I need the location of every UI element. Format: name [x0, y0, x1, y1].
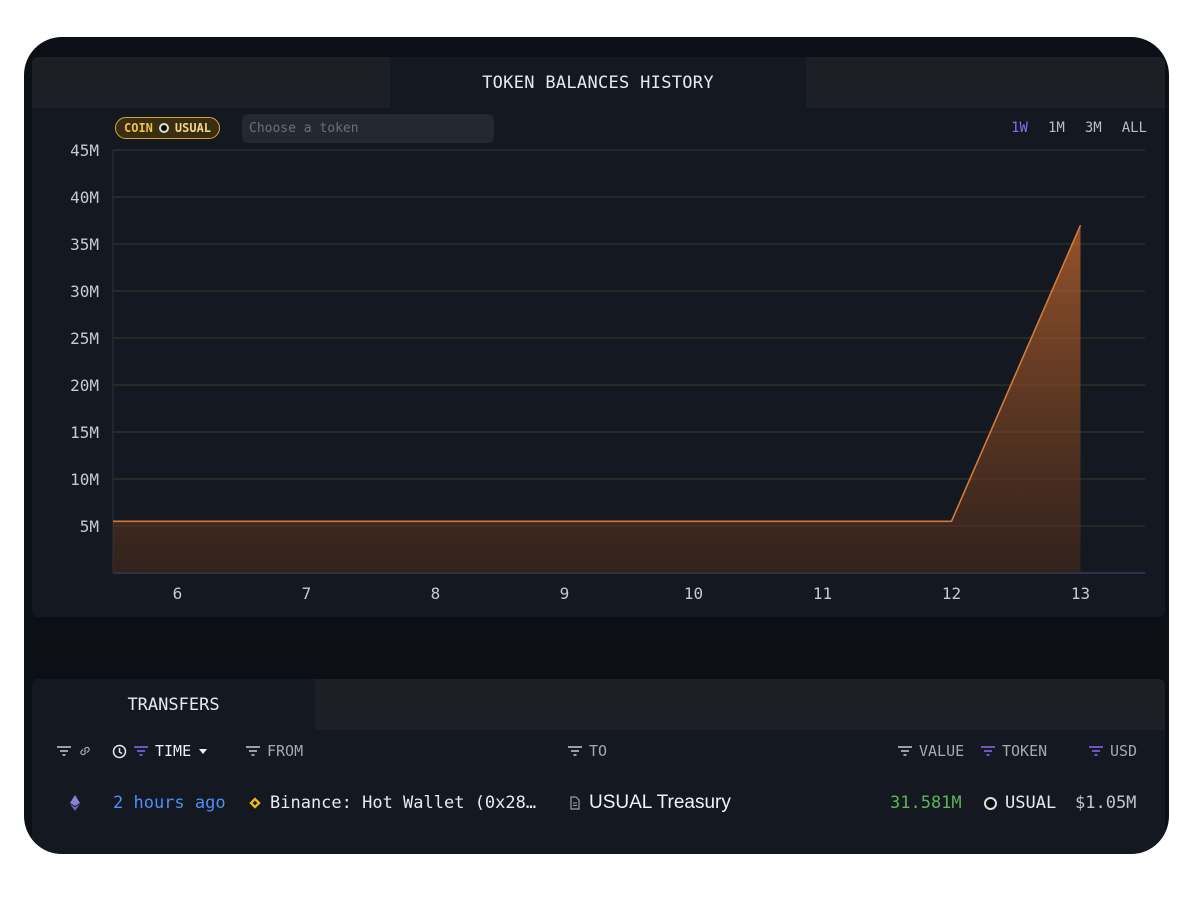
token-header-label: TOKEN — [1002, 742, 1048, 760]
filter-icon — [57, 746, 71, 756]
ethereum-icon — [70, 795, 80, 811]
x-tick-label: 7 — [302, 584, 312, 603]
time-header-label: TIME — [155, 742, 192, 760]
time-ago-link[interactable]: 2 hours ago — [113, 793, 226, 813]
tab-transfers[interactable]: TRANSFERS — [32, 679, 315, 730]
x-tick-label: 11 — [813, 584, 832, 603]
filter-icon — [568, 746, 582, 756]
clock-icon — [112, 744, 127, 758]
time-column-header[interactable]: TIME — [112, 741, 209, 761]
y-tick-label: 30M — [70, 282, 99, 301]
y-tick-label: 35M — [70, 235, 99, 254]
filter-icon — [981, 746, 995, 756]
sort-desc-icon — [199, 749, 208, 754]
x-tick-label: 12 — [942, 584, 961, 603]
balance-line — [113, 224, 1082, 523]
time-cell[interactable]: 2 hours ago — [113, 792, 226, 814]
to-column-header[interactable]: TO — [567, 741, 607, 761]
transfers-panel: TRANSFERS TIME FROM TO VALUE TOKEN USD 2… — [32, 679, 1165, 854]
app-frame: TOKEN BALANCES HISTORY COIN USUAL 1W 1M … — [24, 37, 1169, 854]
y-tick-label: 20M — [70, 376, 99, 395]
from-header-label: FROM — [267, 742, 304, 760]
contract-icon — [570, 796, 580, 810]
y-tick-label: 15M — [70, 423, 99, 442]
y-tick-label: 5M — [80, 517, 99, 536]
y-tick-label: 45M — [70, 141, 99, 160]
token-cell[interactable]: USUAL — [984, 792, 1056, 814]
link-filter-header[interactable] — [56, 741, 92, 761]
x-tick-label: 13 — [1071, 584, 1090, 603]
chain-cell — [69, 792, 81, 814]
from-column-header[interactable]: FROM — [245, 741, 303, 761]
usd-cell: $1.05M — [1075, 792, 1136, 814]
usd-amount: $1.05M — [1075, 793, 1137, 813]
filter-icon — [898, 746, 912, 756]
x-tick-label: 6 — [173, 584, 183, 603]
y-tick-label: 40M — [70, 188, 99, 207]
y-tick-label: 25M — [70, 329, 99, 348]
x-tick-label: 9 — [560, 584, 570, 603]
filter-icon — [134, 746, 148, 756]
filter-icon — [1089, 746, 1103, 756]
from-address-link[interactable]: Binance: Hot Wallet (0x28… — [270, 793, 536, 813]
value-column-header[interactable]: VALUE — [897, 741, 964, 761]
x-tick-label: 10 — [684, 584, 703, 603]
link-icon — [80, 746, 90, 756]
to-cell[interactable]: USUAL Treasury — [569, 792, 731, 814]
filter-icon — [246, 746, 260, 756]
from-cell[interactable]: Binance: Hot Wallet (0x28… — [248, 792, 536, 814]
value-amount: 31.581M — [890, 793, 962, 813]
to-address-link[interactable]: USUAL Treasury — [589, 792, 731, 814]
token-symbol[interactable]: USUAL — [1005, 793, 1056, 813]
value-header-label: VALUE — [919, 742, 965, 760]
usd-header-label: USD — [1110, 742, 1138, 760]
token-balances-panel: TOKEN BALANCES HISTORY COIN USUAL 1W 1M … — [32, 57, 1165, 617]
usual-token-icon — [984, 796, 997, 810]
balance-chart: 5M 10M 15M 20M 25M 30M 35M 40M 45M 6 7 8 9 10 11 12 13 — [70, 141, 1145, 603]
value-cell: 31.581M — [890, 792, 962, 814]
usd-column-header[interactable]: USD — [1088, 741, 1137, 761]
to-header-label: TO — [589, 742, 608, 760]
transfers-tabbar: TRANSFERS — [32, 679, 1165, 730]
token-column-header[interactable]: TOKEN — [980, 741, 1047, 761]
x-tick-label: 8 — [431, 584, 441, 603]
y-tick-label: 10M — [70, 470, 99, 489]
binance-icon — [249, 797, 261, 809]
